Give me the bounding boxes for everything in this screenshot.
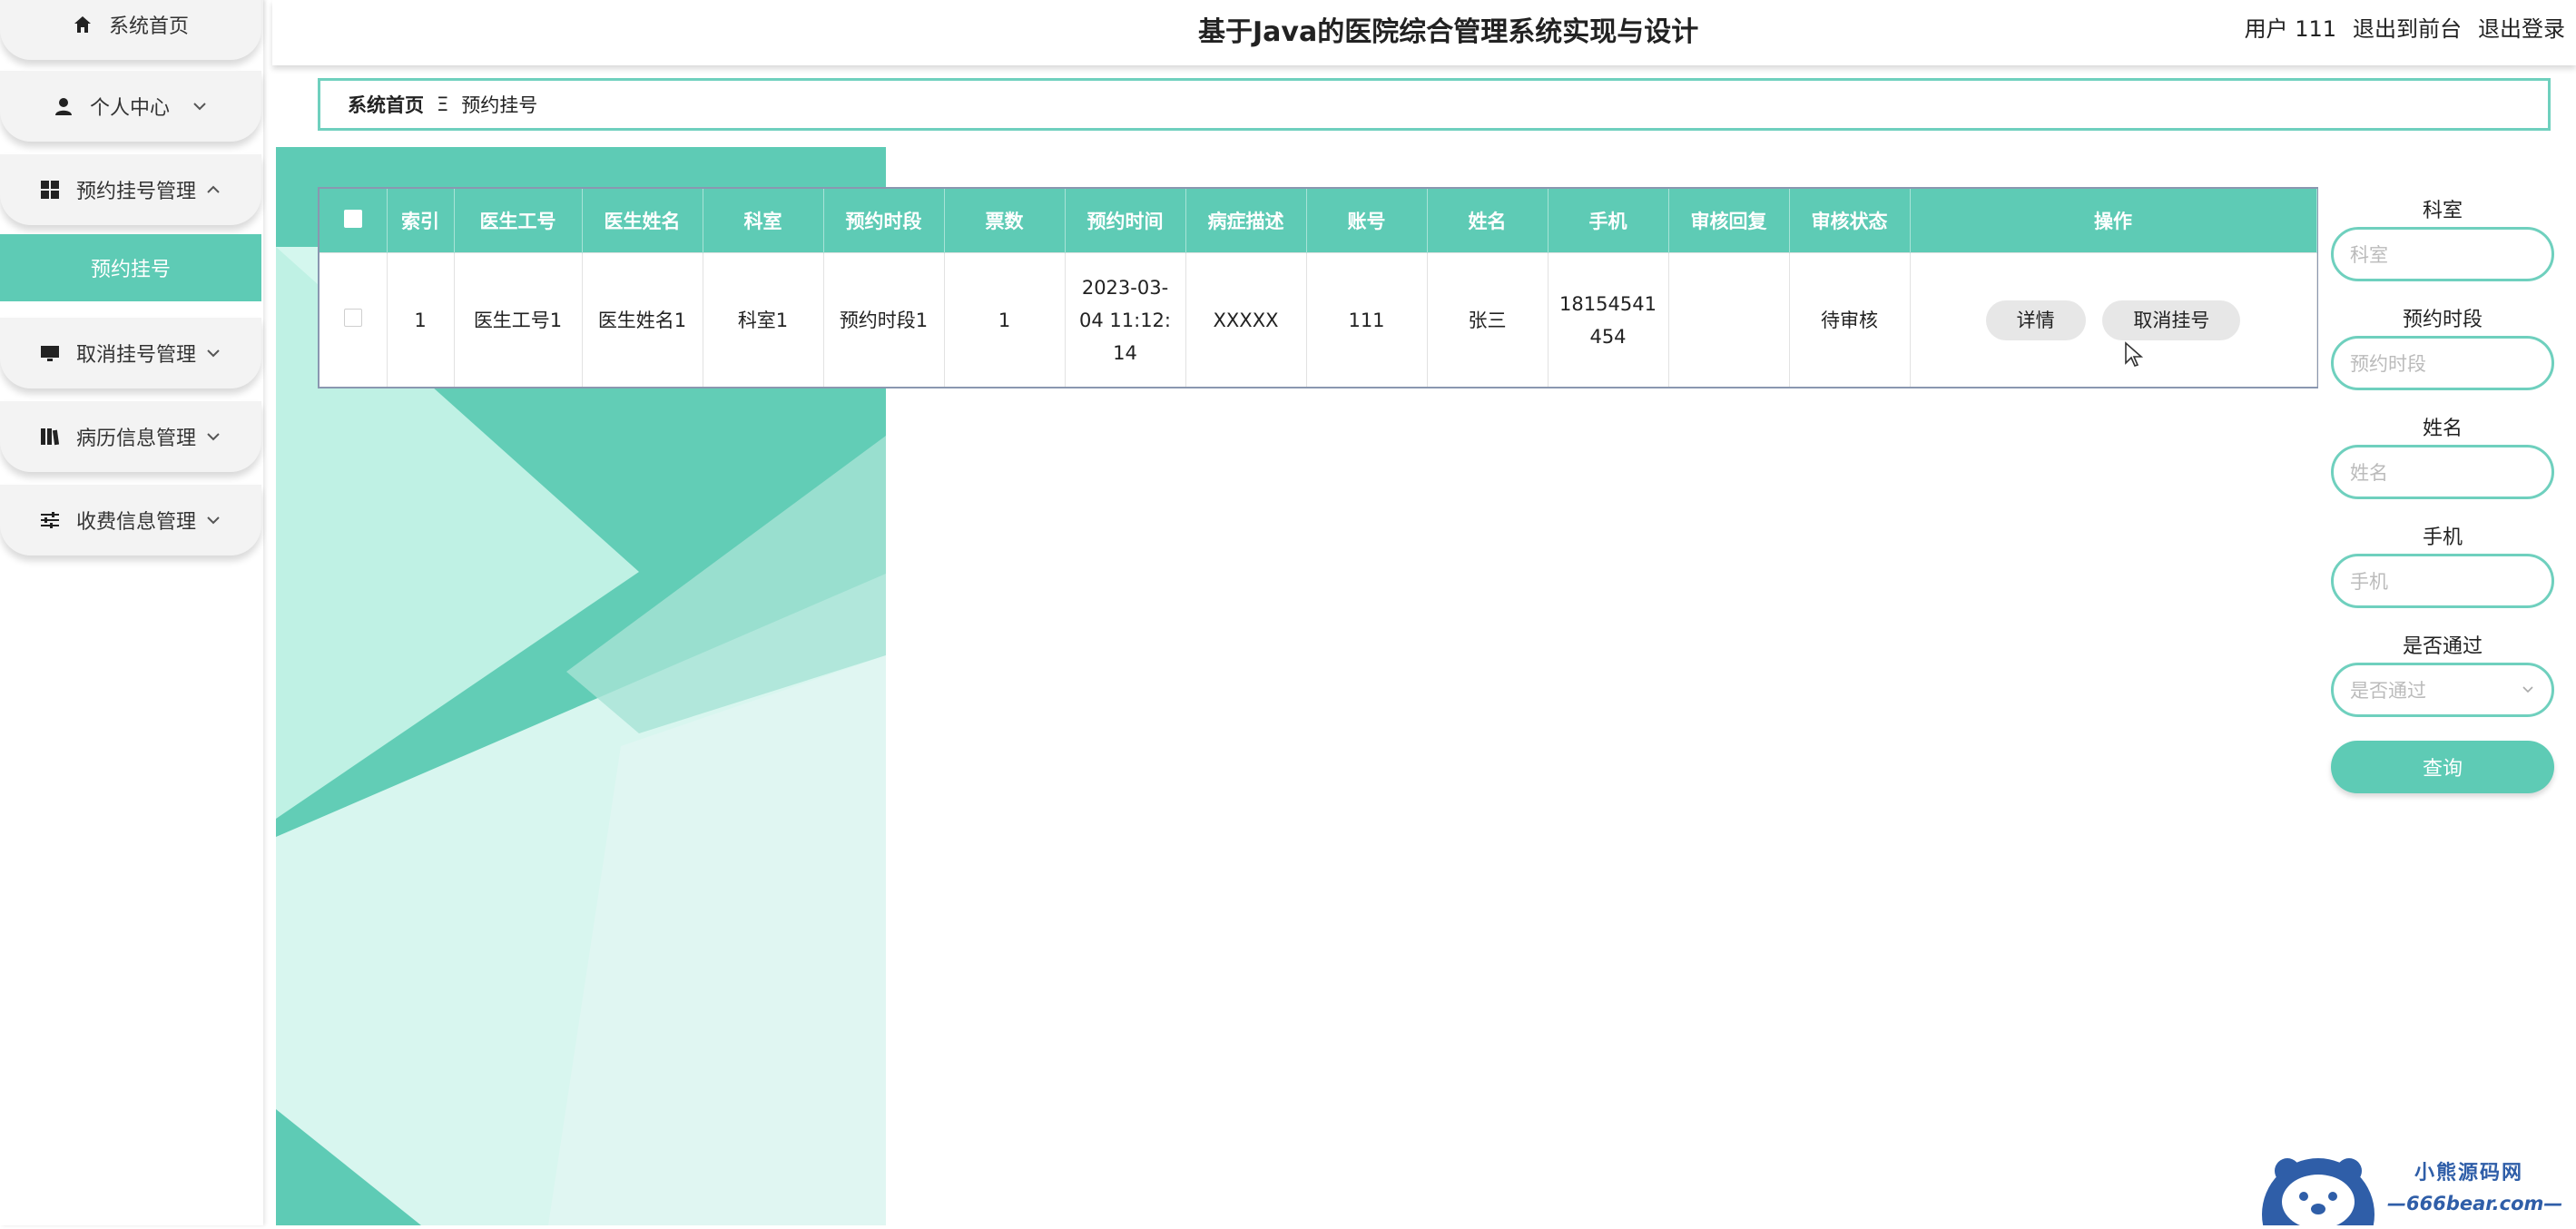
cell-account: 111 bbox=[1306, 252, 1428, 387]
row-checkbox[interactable] bbox=[320, 252, 388, 387]
sidebar-item-home[interactable]: 系统首页 bbox=[0, 0, 261, 60]
back-to-front-link[interactable]: 退出到前台 bbox=[2353, 11, 2462, 43]
bear-logo-icon bbox=[2262, 1158, 2374, 1229]
monitor-icon bbox=[40, 343, 60, 363]
breadcrumb: 系统首页 Ξ 预约挂号 bbox=[318, 78, 2551, 131]
pass-select[interactable]: 是否通过 bbox=[2331, 663, 2554, 717]
cell-appointment-time: 2023-03- 04 11:12: 14 bbox=[1065, 252, 1186, 387]
sidebar-item-label: 系统首页 bbox=[108, 15, 189, 38]
col-doctor-id: 医生工号 bbox=[454, 189, 583, 253]
watermark-text: 小熊源码网 bbox=[2414, 1162, 2524, 1185]
appointment-time-line: 14 bbox=[1113, 341, 1137, 364]
select-all-checkbox[interactable] bbox=[320, 189, 388, 253]
cell-tickets: 1 bbox=[944, 252, 1066, 387]
col-phone: 手机 bbox=[1548, 189, 1669, 253]
time-slot-label: 预约时段 bbox=[2402, 309, 2483, 331]
chevron-up-icon bbox=[205, 182, 221, 198]
phone-line: 18154541 bbox=[1559, 292, 1657, 315]
cell-department: 科室1 bbox=[703, 252, 824, 387]
grid-icon bbox=[40, 180, 60, 200]
header-user-area: 用户 111 退出到前台 退出登录 bbox=[2245, 11, 2565, 43]
sidebar-item-label: 收费信息管理 bbox=[75, 511, 196, 534]
chevron-down-icon bbox=[2521, 679, 2535, 701]
cell-description: XXXXX bbox=[1185, 252, 1307, 387]
col-actions: 操作 bbox=[1910, 189, 2317, 253]
col-reply: 审核回复 bbox=[1668, 189, 1790, 253]
name-label: 姓名 bbox=[2422, 418, 2463, 440]
col-tickets: 票数 bbox=[944, 189, 1066, 253]
table-header-row: 索引 医生工号 医生姓名 科室 预约时段 票数 预约时间 病症描述 账号 姓名 … bbox=[320, 189, 2317, 253]
phone-placeholder: 手机 bbox=[2350, 571, 2388, 593]
col-status: 审核状态 bbox=[1789, 189, 1911, 253]
sidebar-item-label: 预约挂号管理 bbox=[75, 181, 196, 203]
cancel-registration-button[interactable]: 取消挂号 bbox=[2102, 300, 2241, 340]
cell-doctor-id: 医生工号1 bbox=[454, 252, 583, 387]
time-slot-input[interactable]: 预约时段 bbox=[2331, 336, 2554, 390]
cell-reply bbox=[1668, 252, 1790, 387]
chevron-down-icon bbox=[205, 428, 221, 445]
page-title: 基于Java的医院综合管理系统实现与设计 bbox=[1198, 16, 1699, 48]
col-department: 科室 bbox=[703, 189, 824, 253]
pass-label: 是否通过 bbox=[2402, 635, 2483, 658]
sidebar-item-label: 取消挂号管理 bbox=[75, 344, 196, 367]
phone-line: 454 bbox=[1589, 325, 1627, 348]
sidebar: 系统首页 个人中心 预约挂号管理 预约挂号 取消挂号管理 病历信息管理 收费信息… bbox=[0, 0, 263, 1225]
col-account: 账号 bbox=[1306, 189, 1428, 253]
sidebar-item-personal-center[interactable]: 个人中心 bbox=[0, 71, 261, 142]
appointment-table: 索引 医生工号 医生姓名 科室 预约时段 票数 预约时间 病症描述 账号 姓名 … bbox=[318, 187, 2318, 388]
sliders-icon bbox=[40, 510, 60, 530]
breadcrumb-current: 预约挂号 bbox=[461, 94, 538, 116]
sidebar-item-appointment-management[interactable]: 预约挂号管理 bbox=[0, 154, 261, 225]
sidebar-item-fees-management[interactable]: 收费信息管理 bbox=[0, 485, 261, 556]
department-label: 科室 bbox=[2422, 200, 2463, 222]
phone-input[interactable]: 手机 bbox=[2331, 554, 2554, 608]
col-name: 姓名 bbox=[1427, 189, 1549, 253]
sidebar-item-cancel-management[interactable]: 取消挂号管理 bbox=[0, 318, 261, 388]
table-row: 1 医生工号1 医生姓名1 科室1 预约时段1 1 2023-03- 04 11… bbox=[320, 252, 2317, 387]
cell-doctor-name: 医生姓名1 bbox=[582, 252, 703, 387]
cell-actions: 详情 取消挂号 bbox=[1910, 252, 2317, 387]
logout-link[interactable]: 退出登录 bbox=[2478, 11, 2565, 43]
chevron-down-icon bbox=[205, 345, 221, 361]
department-input[interactable]: 科室 bbox=[2331, 227, 2554, 281]
search-panel: 科室 科室 预约时段 预约时段 姓名 姓名 手机 手机 是否通过 是否通过 查询 bbox=[2331, 196, 2554, 793]
col-appointment-time: 预约时间 bbox=[1065, 189, 1186, 253]
col-index: 索引 bbox=[387, 189, 455, 253]
col-doctor-name: 医生姓名 bbox=[582, 189, 703, 253]
watermark-logo: 小熊源码网 —666bear.com— bbox=[2260, 1142, 2569, 1229]
col-description: 病症描述 bbox=[1185, 189, 1307, 253]
cell-phone: 18154541 454 bbox=[1548, 252, 1669, 387]
chevron-down-icon bbox=[205, 512, 221, 528]
user-label: 用户 111 bbox=[2244, 16, 2336, 42]
appointment-time-line: 04 11:12: bbox=[1079, 309, 1171, 331]
chevron-down-icon bbox=[192, 98, 208, 114]
detail-button[interactable]: 详情 bbox=[1985, 300, 2086, 340]
name-placeholder: 姓名 bbox=[2350, 462, 2388, 484]
query-button[interactable]: 查询 bbox=[2331, 741, 2554, 793]
breadcrumb-home[interactable]: 系统首页 bbox=[348, 91, 424, 118]
name-input[interactable]: 姓名 bbox=[2331, 445, 2554, 499]
cell-status: 待审核 bbox=[1789, 252, 1911, 387]
sidebar-subitem-label: 预约挂号 bbox=[90, 259, 171, 281]
sidebar-item-label: 病历信息管理 bbox=[75, 428, 196, 450]
sidebar-subitem-appointment[interactable]: 预约挂号 bbox=[0, 234, 261, 301]
col-time-slot: 预约时段 bbox=[823, 189, 945, 253]
top-header: 基于Java的医院综合管理系统实现与设计 用户 111 退出到前台 退出登录 bbox=[272, 0, 2576, 65]
cell-time-slot: 预约时段1 bbox=[823, 252, 945, 387]
phone-label: 手机 bbox=[2422, 526, 2463, 549]
cell-name: 张三 bbox=[1427, 252, 1549, 387]
home-icon bbox=[73, 15, 93, 34]
book-icon bbox=[40, 427, 60, 447]
cell-index: 1 bbox=[387, 252, 455, 387]
breadcrumb-separator: Ξ bbox=[437, 93, 449, 115]
time-slot-placeholder: 预约时段 bbox=[2350, 353, 2426, 375]
mouse-cursor-icon bbox=[2124, 341, 2146, 372]
department-placeholder: 科室 bbox=[2350, 244, 2388, 266]
user-icon bbox=[54, 96, 74, 116]
appointment-time-line: 2023-03- bbox=[1081, 276, 1169, 299]
sidebar-item-records-management[interactable]: 病历信息管理 bbox=[0, 401, 261, 472]
sidebar-item-label: 个人中心 bbox=[89, 97, 170, 120]
pass-placeholder: 是否通过 bbox=[2350, 680, 2426, 702]
watermark-url: —666bear.com— bbox=[2387, 1193, 2563, 1214]
